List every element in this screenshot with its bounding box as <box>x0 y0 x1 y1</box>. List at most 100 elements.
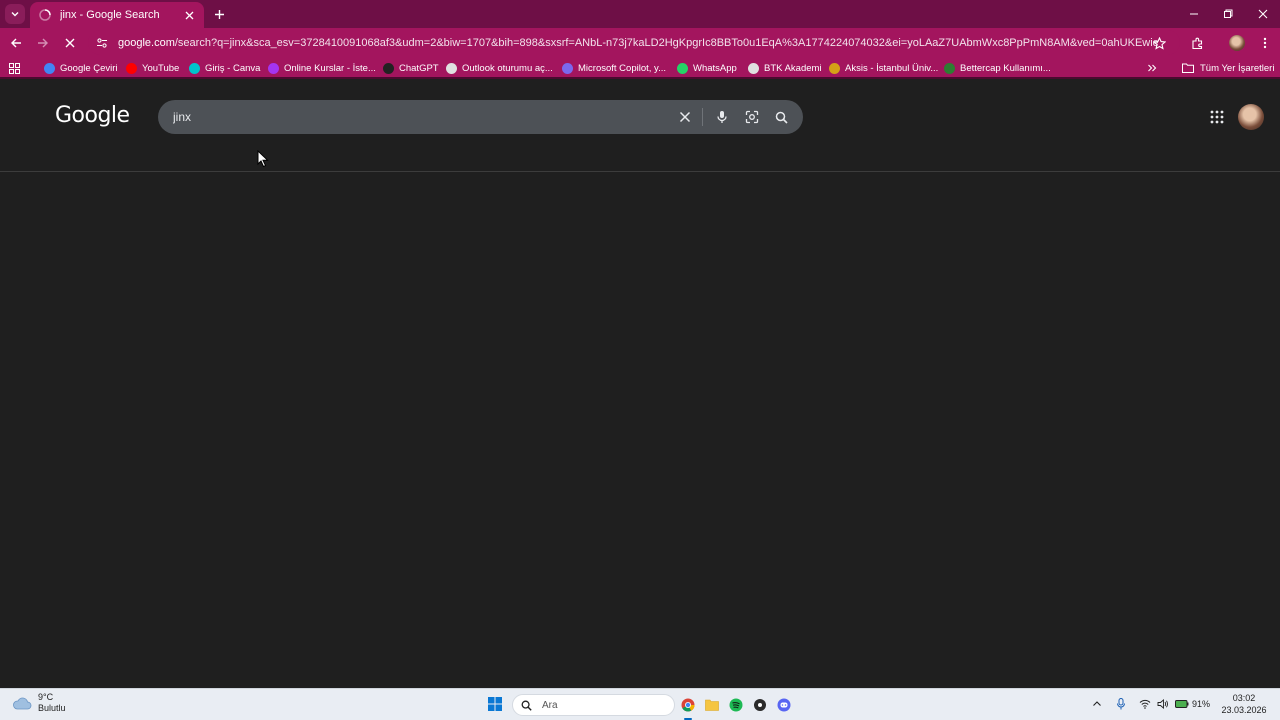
grid-icon <box>9 62 20 74</box>
account-avatar[interactable] <box>1238 104 1264 130</box>
bookmark-canva[interactable]: Giriş - Canva <box>189 60 260 76</box>
tray-microphone[interactable] <box>1114 697 1128 711</box>
udemy-icon <box>268 62 279 74</box>
bookmark-label: Microsoft Copilot, y... <box>578 62 666 74</box>
youtube-icon <box>126 62 137 74</box>
extensions-button[interactable] <box>1186 32 1208 54</box>
search-divider <box>702 108 703 126</box>
bookmarks-overflow-button[interactable] <box>1147 60 1157 76</box>
search-icon <box>521 700 532 711</box>
profile-button[interactable] <box>1226 32 1248 54</box>
google-logo[interactable]: Google <box>55 103 130 128</box>
bookmark-label: YouTube <box>142 62 180 74</box>
tray-overflow-button[interactable] <box>1090 697 1104 711</box>
weather-temperature: 9°C <box>38 692 54 702</box>
translate-icon <box>44 62 55 74</box>
restore-button[interactable] <box>1211 0 1245 28</box>
app-circle-icon <box>754 699 766 711</box>
bookmark-label: Outlook oturumu aç... <box>462 62 553 74</box>
close-window-button[interactable] <box>1246 0 1280 28</box>
more-vert-icon <box>1263 37 1267 49</box>
minimize-icon <box>1190 13 1198 15</box>
url-host: google.com <box>118 36 175 49</box>
new-tab-button[interactable] <box>210 5 228 23</box>
bookmark-btk-akademi[interactable]: BTK Akademi <box>748 60 822 76</box>
avatar <box>1229 35 1245 51</box>
site-settings-icon[interactable] <box>96 37 108 49</box>
tray-wifi[interactable] <box>1138 697 1152 711</box>
url-path: /search?q=jinx&sca_esv=3728410091068af3&… <box>174 36 1158 49</box>
bookmark-whatsapp[interactable]: WhatsApp <box>677 60 737 76</box>
discord-icon <box>777 698 791 712</box>
restore-icon <box>1224 9 1233 18</box>
url-text[interactable]: google.com/search?q=jinx&sca_esv=3728410… <box>118 37 1158 49</box>
tab-close-icon[interactable] <box>182 8 196 22</box>
lens-search-button[interactable] <box>743 108 761 126</box>
search-input[interactable] <box>173 110 673 124</box>
clock-date: 23.03.2026 <box>1221 705 1267 715</box>
spotify-icon <box>729 698 743 712</box>
bookmarks-bar: Google Çeviri YouTube Giriş - Canva Onli… <box>0 57 1280 79</box>
clock[interactable]: 03:02 23.03.2026 <box>1218 692 1270 716</box>
bookmark-outlook[interactable]: Outlook oturumu aç... <box>446 60 553 76</box>
chevron-up-icon <box>1093 701 1101 706</box>
search-box[interactable] <box>158 100 803 134</box>
results-area <box>0 173 1280 687</box>
bookmark-label: Aksis - İstanbul Üniv... <box>845 62 939 74</box>
stop-loading-button[interactable] <box>59 32 81 54</box>
search-icon <box>775 111 788 124</box>
bookmark-label: WhatsApp <box>693 62 737 74</box>
forward-button[interactable] <box>32 32 54 54</box>
bookmark-copilot[interactable]: Microsoft Copilot, y... <box>562 60 666 76</box>
bookmark-chatgpt[interactable]: ChatGPT <box>383 60 439 76</box>
address-bar[interactable]: google.com/search?q=jinx&sca_esv=3728410… <box>88 30 1180 55</box>
voice-search-button[interactable] <box>713 108 731 126</box>
all-bookmarks-folder[interactable]: Tüm Yer İşaretleri <box>1182 60 1274 76</box>
bookmark-youtube[interactable]: YouTube <box>126 60 179 76</box>
arrow-right-icon <box>38 38 48 48</box>
back-button[interactable] <box>5 32 27 54</box>
tab-search-button[interactable] <box>5 4 25 24</box>
chatgpt-icon <box>383 62 394 74</box>
all-bookmarks-label: Tüm Yer İşaretleri <box>1200 62 1275 74</box>
tab-active[interactable]: jinx - Google Search <box>30 2 204 28</box>
taskbar-app-dark[interactable] <box>751 696 769 714</box>
bookmark-star-button[interactable] <box>1148 32 1170 54</box>
weather-widget[interactable]: 9°C Bulutlu <box>12 692 66 714</box>
folder-icon <box>1182 63 1194 73</box>
taskbar-discord[interactable] <box>775 696 793 714</box>
whatsapp-icon <box>677 62 688 74</box>
search-submit-button[interactable] <box>772 108 790 126</box>
taskbar-chrome[interactable] <box>679 696 697 720</box>
tray-volume[interactable] <box>1156 697 1170 711</box>
clear-search-button[interactable] <box>676 108 694 126</box>
start-button[interactable] <box>488 697 504 713</box>
close-icon <box>679 111 691 123</box>
tray-battery[interactable] <box>1175 697 1189 711</box>
copilot-icon <box>562 62 573 74</box>
bookmark-label: BTK Akademi <box>764 62 822 74</box>
bookmark-aksis[interactable]: Aksis - İstanbul Üniv... <box>829 60 938 76</box>
battery-icon <box>1175 700 1189 708</box>
minimize-button[interactable] <box>1177 0 1211 28</box>
microphone-icon <box>1117 698 1125 710</box>
browser-toolbar: google.com/search?q=jinx&sca_esv=3728410… <box>0 28 1280 57</box>
puzzle-icon <box>1191 37 1202 49</box>
close-icon <box>1258 9 1268 19</box>
bookmark-google-translate[interactable]: Google Çeviri <box>44 60 118 76</box>
taskbar-search[interactable]: Ara <box>512 694 675 716</box>
taskbar-spotify[interactable] <box>727 696 745 714</box>
camera-lens-icon <box>745 110 759 124</box>
bookmark-bettercap[interactable]: Bettercap Kullanımı... <box>944 60 1051 76</box>
bookmark-online-courses[interactable]: Online Kurslar - İste... <box>268 60 376 76</box>
arrow-left-icon <box>11 38 21 48</box>
microphone-icon <box>717 111 727 123</box>
taskbar-file-explorer[interactable] <box>703 696 721 714</box>
google-apps-button[interactable] <box>1207 107 1227 127</box>
chevron-down-icon <box>11 12 19 17</box>
browser-menu-button[interactable] <box>1254 32 1276 54</box>
btk-icon <box>748 62 759 74</box>
taskbar: 9°C Bulutlu Ara 91% 03:02 23.03.2026 <box>0 688 1280 720</box>
apps-shortcut-button[interactable] <box>9 60 20 76</box>
apps-grid-icon <box>1210 110 1224 124</box>
